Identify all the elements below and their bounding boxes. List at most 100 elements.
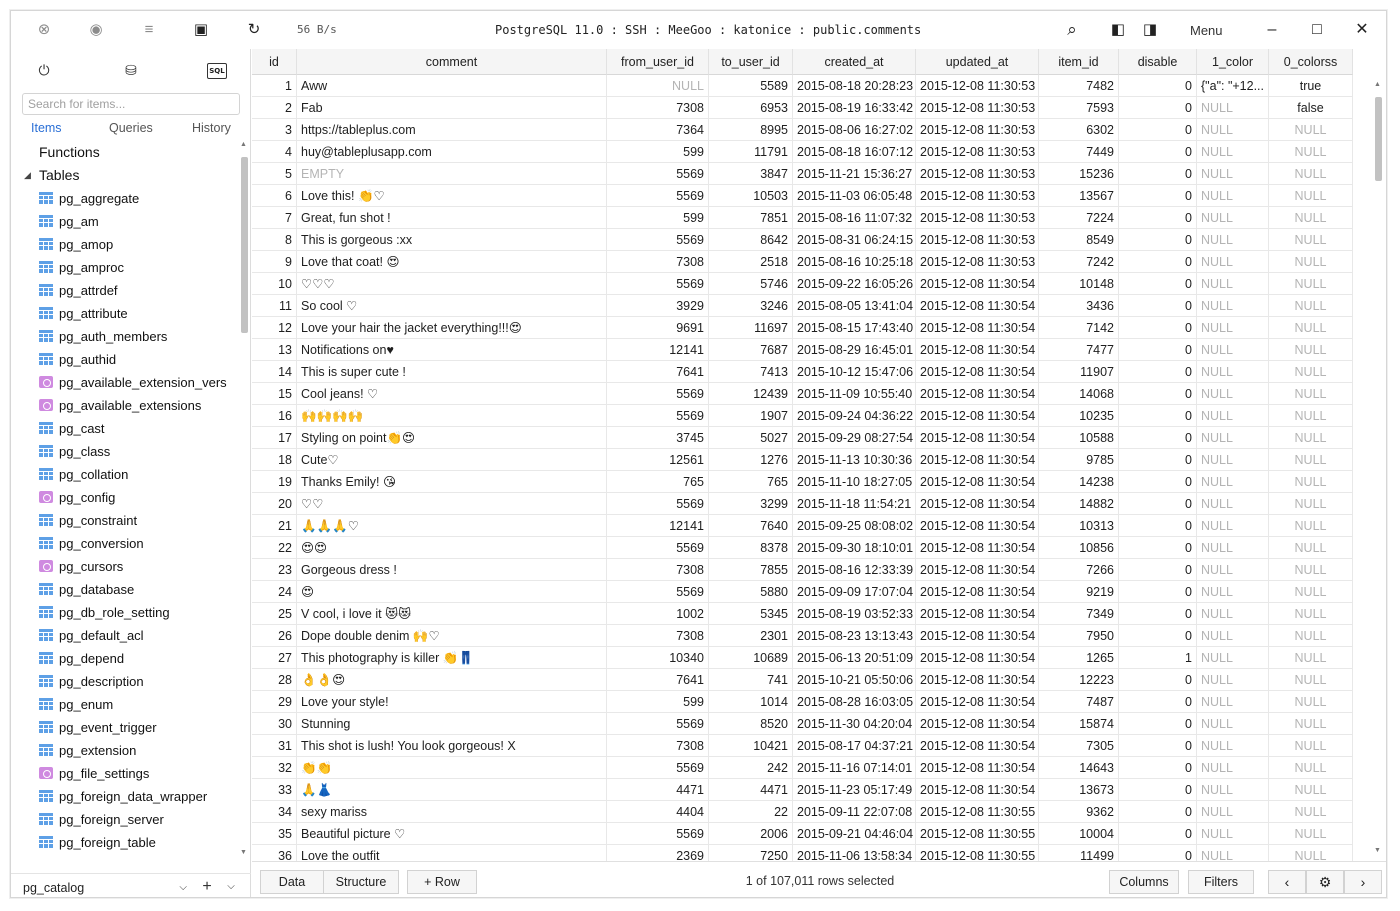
table-row[interactable]: 25 V cool, i love it 😻😻 1002 5345 2015-08-19…	[252, 603, 1353, 625]
cell-0-colorss[interactable]: NULL	[1269, 361, 1353, 383]
cell-disable[interactable]: 0	[1119, 383, 1197, 405]
cell-updated-at[interactable]: 2015-12-08 11:30:54	[916, 339, 1039, 361]
cell-item-id[interactable]: 12223	[1039, 669, 1119, 691]
table-row[interactable]: 19 Thanks Emily! 😘 765 765 2015-11-10 18:27:…	[252, 471, 1353, 493]
sidebar-item-pg-authid[interactable]: pg_authid	[11, 348, 239, 371]
sidebar-item-pg-database[interactable]: pg_database	[11, 578, 239, 601]
cell-disable[interactable]: 0	[1119, 163, 1197, 185]
data-button[interactable]: Data	[260, 870, 324, 894]
cell-created-at[interactable]: 2015-11-03 06:05:48	[793, 185, 916, 207]
cell-item-id[interactable]: 15236	[1039, 163, 1119, 185]
cell-created-at[interactable]: 2015-08-31 06:24:15	[793, 229, 916, 251]
cell-0-colorss[interactable]: NULL	[1269, 669, 1353, 691]
cell-0-colorss[interactable]: NULL	[1269, 515, 1353, 537]
cell-disable[interactable]: 0	[1119, 779, 1197, 801]
cell-to-user-id[interactable]: 10421	[709, 735, 793, 757]
cell-0-colorss[interactable]: NULL	[1269, 471, 1353, 493]
cell-from-user-id[interactable]: 7641	[607, 669, 709, 691]
cell-to-user-id[interactable]: 11697	[709, 317, 793, 339]
cell-1-color[interactable]: NULL	[1197, 361, 1269, 383]
cell-id[interactable]: 29	[252, 691, 297, 713]
cell-to-user-id[interactable]: 741	[709, 669, 793, 691]
cell-updated-at[interactable]: 2015-12-08 11:30:53	[916, 119, 1039, 141]
refresh-icon[interactable]: ↻	[244, 20, 264, 40]
cell-id[interactable]: 20	[252, 493, 297, 515]
columns-button[interactable]: Columns	[1109, 870, 1179, 894]
chevron-right-icon[interactable]: ›	[1344, 870, 1382, 894]
cell-created-at[interactable]: 2015-08-16 10:25:18	[793, 251, 916, 273]
sidebar-item-pg-cursors[interactable]: pg_cursors	[11, 555, 239, 578]
cell-to-user-id[interactable]: 10503	[709, 185, 793, 207]
cell-id[interactable]: 24	[252, 581, 297, 603]
sidebar-item-pg-aggregate[interactable]: pg_aggregate	[11, 187, 239, 210]
cell-from-user-id[interactable]: 5569	[607, 163, 709, 185]
grid-scroll-thumb[interactable]	[1375, 97, 1382, 181]
cell-0-colorss[interactable]: NULL	[1269, 141, 1353, 163]
cell-updated-at[interactable]: 2015-12-08 11:30:54	[916, 713, 1039, 735]
cell-to-user-id[interactable]: 5345	[709, 603, 793, 625]
cell-0-colorss[interactable]: NULL	[1269, 405, 1353, 427]
cell-created-at[interactable]: 2015-09-29 08:27:54	[793, 427, 916, 449]
cell-comment[interactable]: Aww	[297, 75, 607, 97]
cell-comment[interactable]: Fab	[297, 97, 607, 119]
cell-to-user-id[interactable]: 8995	[709, 119, 793, 141]
sidebar-item-pg-depend[interactable]: pg_depend	[11, 647, 239, 670]
cell-id[interactable]: 28	[252, 669, 297, 691]
cell-updated-at[interactable]: 2015-12-08 11:30:55	[916, 845, 1039, 861]
cell-item-id[interactable]: 6302	[1039, 119, 1119, 141]
cell-item-id[interactable]: 9219	[1039, 581, 1119, 603]
table-row[interactable]: 14 This is super cute ! 7641 7413 2015-10-12…	[252, 361, 1353, 383]
cell-comment[interactable]: Beautiful picture ♡	[297, 823, 607, 845]
cell-1-color[interactable]: NULL	[1197, 251, 1269, 273]
table-row[interactable]: 12 Love your hair the jacket everything!!…	[252, 317, 1353, 339]
sidebar-item-pg-class[interactable]: pg_class	[11, 440, 239, 463]
table-row[interactable]: 34 sexy mariss 4404 22 2015-09-11 22:07:08 20…	[252, 801, 1353, 823]
sidebar-item-pg-file-settings[interactable]: pg_file_settings	[11, 762, 239, 785]
sidebar-item-pg-attribute[interactable]: pg_attribute	[11, 302, 239, 325]
cell-id[interactable]: 14	[252, 361, 297, 383]
cell-item-id[interactable]: 8549	[1039, 229, 1119, 251]
scroll-down-icon[interactable]: ▼	[240, 849, 247, 856]
cell-updated-at[interactable]: 2015-12-08 11:30:54	[916, 647, 1039, 669]
cell-disable[interactable]: 0	[1119, 207, 1197, 229]
table-row[interactable]: 27 This photography is killer 👏👖 10340 1068…	[252, 647, 1353, 669]
cell-item-id[interactable]: 3436	[1039, 295, 1119, 317]
cell-created-at[interactable]: 2015-08-06 16:27:02	[793, 119, 916, 141]
scroll-up-icon[interactable]: ▲	[240, 141, 247, 148]
cell-id[interactable]: 6	[252, 185, 297, 207]
cell-updated-at[interactable]: 2015-12-08 11:30:54	[916, 317, 1039, 339]
table-row[interactable]: 26 Dope double denim 🙌♡ 7308 2301 2015-08-23…	[252, 625, 1353, 647]
cell-disable[interactable]: 0	[1119, 295, 1197, 317]
cell-from-user-id[interactable]: 5569	[607, 581, 709, 603]
cell-disable[interactable]: 0	[1119, 515, 1197, 537]
column-header-disable[interactable]: disable	[1119, 49, 1197, 75]
cell-disable[interactable]: 0	[1119, 537, 1197, 559]
cell-comment[interactable]: 🙏👗	[297, 779, 607, 801]
cell-from-user-id[interactable]: 7641	[607, 361, 709, 383]
cell-0-colorss[interactable]: true	[1269, 75, 1353, 97]
cell-item-id[interactable]: 7224	[1039, 207, 1119, 229]
chevron-left-icon[interactable]: ‹	[1268, 870, 1306, 894]
cell-comment[interactable]: This photography is killer 👏👖	[297, 647, 607, 669]
scroll-up-icon[interactable]: ▲	[1374, 81, 1381, 88]
cell-to-user-id[interactable]: 7250	[709, 845, 793, 861]
cell-from-user-id[interactable]: 5569	[607, 383, 709, 405]
cell-0-colorss[interactable]: NULL	[1269, 163, 1353, 185]
tab-items[interactable]: Items	[31, 121, 62, 135]
cell-id[interactable]: 15	[252, 383, 297, 405]
cell-comment[interactable]: Notifications on♥	[297, 339, 607, 361]
cell-disable[interactable]: 0	[1119, 449, 1197, 471]
cell-0-colorss[interactable]: NULL	[1269, 647, 1353, 669]
cell-item-id[interactable]: 14068	[1039, 383, 1119, 405]
cell-disable[interactable]: 0	[1119, 823, 1197, 845]
cell-0-colorss[interactable]: NULL	[1269, 801, 1353, 823]
cell-from-user-id[interactable]: 765	[607, 471, 709, 493]
cell-created-at[interactable]: 2015-11-30 04:20:04	[793, 713, 916, 735]
cell-updated-at[interactable]: 2015-12-08 11:30:53	[916, 207, 1039, 229]
sql-editor-icon[interactable]: SQL	[207, 63, 227, 79]
cell-1-color[interactable]: NULL	[1197, 647, 1269, 669]
cell-created-at[interactable]: 2015-08-29 16:45:01	[793, 339, 916, 361]
table-row[interactable]: 17 Styling on point👏😍 3745 5027 2015-09-29 0…	[252, 427, 1353, 449]
sidebar-item-pg-auth-members[interactable]: pg_auth_members	[11, 325, 239, 348]
sidebar-item-pg-db-role-setting[interactable]: pg_db_role_setting	[11, 601, 239, 624]
